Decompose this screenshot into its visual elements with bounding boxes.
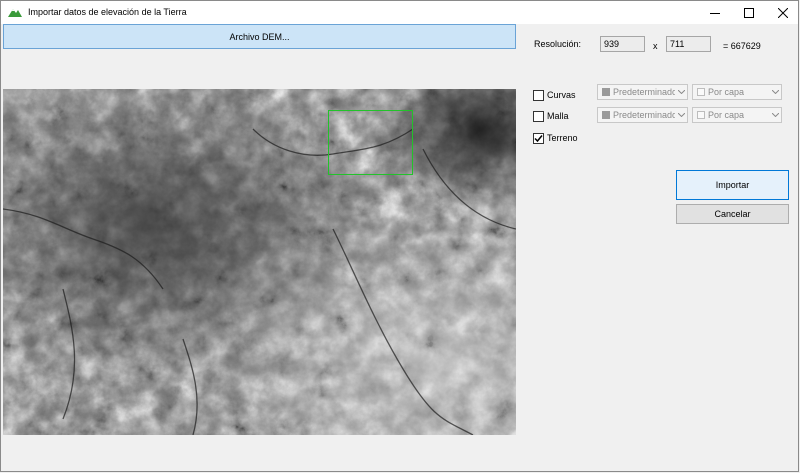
elevation-map xyxy=(3,89,516,435)
color-swatch xyxy=(602,88,610,96)
terreno-option[interactable]: Terreno xyxy=(533,131,578,145)
cancel-button[interactable]: Cancelar xyxy=(676,204,789,224)
curvas-color-select[interactable]: Predeterminado xyxy=(597,84,688,100)
chevron-down-icon xyxy=(675,113,687,117)
selection-rectangle[interactable] xyxy=(328,110,413,175)
malla-label: Malla xyxy=(547,111,569,121)
terreno-checkbox[interactable] xyxy=(533,132,544,144)
chevron-down-icon xyxy=(769,113,781,117)
curvas-label: Curvas xyxy=(547,90,576,100)
terrain-preview[interactable] xyxy=(3,89,516,435)
color-swatch xyxy=(602,111,610,119)
chevron-down-icon xyxy=(675,90,687,94)
malla-linetype-value: Por capa xyxy=(708,110,745,120)
malla-color-select[interactable]: Predeterminado xyxy=(597,107,688,123)
linetype-swatch xyxy=(697,88,705,96)
curvas-linetype-select[interactable]: Por capa xyxy=(692,84,782,100)
malla-color-value: Predeterminado xyxy=(613,110,675,120)
times-sign: x xyxy=(653,41,658,51)
close-icon[interactable] xyxy=(766,1,800,24)
malla-option[interactable]: Malla xyxy=(533,109,569,123)
checkmark-icon xyxy=(534,134,543,142)
malla-linetype-select[interactable]: Por capa xyxy=(692,107,782,123)
curvas-option[interactable]: Curvas xyxy=(533,88,576,102)
resolution-total: = 667629 xyxy=(723,41,761,51)
maximize-icon[interactable] xyxy=(732,1,766,24)
chevron-down-icon xyxy=(769,90,781,94)
title-bar[interactable]: Importar datos de elevación de la Tierra xyxy=(1,1,798,24)
resolution-width-field[interactable]: 939 xyxy=(600,36,645,52)
app-icon xyxy=(8,6,22,18)
resolution-height-field[interactable]: 711 xyxy=(666,36,711,52)
linetype-swatch xyxy=(697,111,705,119)
resolution-label: Resolución: xyxy=(534,39,582,49)
minimize-icon[interactable] xyxy=(698,1,732,24)
dem-file-button[interactable]: Archivo DEM... xyxy=(3,24,516,49)
curvas-linetype-value: Por capa xyxy=(708,87,745,97)
curvas-color-value: Predeterminado xyxy=(613,87,675,97)
window-title: Importar datos de elevación de la Tierra xyxy=(28,7,187,17)
terreno-label: Terreno xyxy=(547,133,578,143)
import-dialog: Importar datos de elevación de la Tierra… xyxy=(0,0,799,472)
malla-checkbox[interactable] xyxy=(533,110,544,122)
import-button[interactable]: Importar xyxy=(676,170,789,200)
curvas-checkbox[interactable] xyxy=(533,89,544,101)
